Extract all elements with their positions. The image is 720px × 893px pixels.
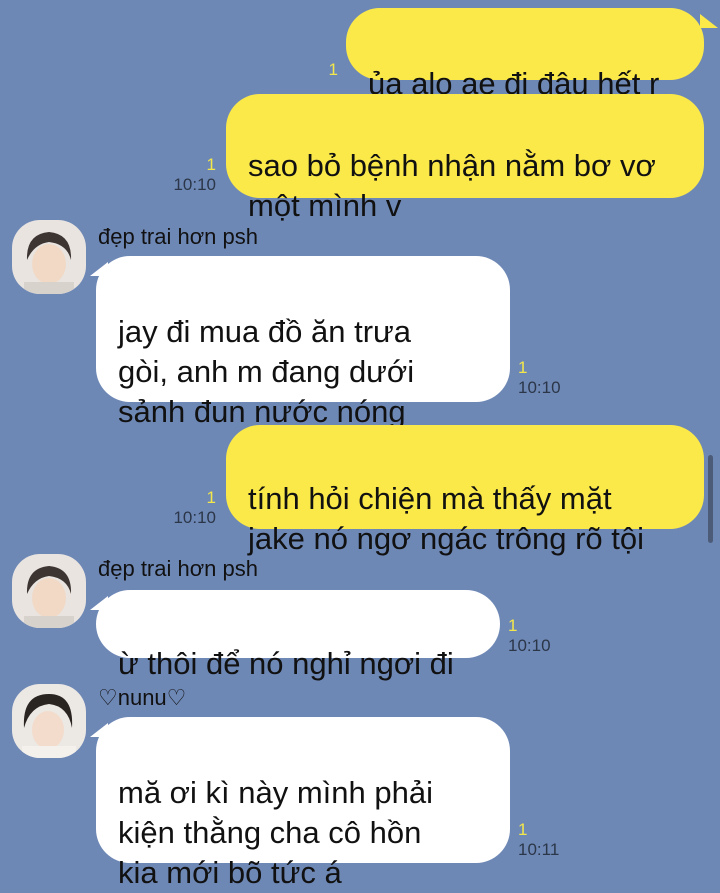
message-meta: 1 10:10 bbox=[518, 358, 561, 398]
message-bubble-incoming[interactable]: mă ơi kì này mình phải kiện thằng cha cô… bbox=[96, 717, 510, 890]
avatar[interactable] bbox=[12, 554, 86, 628]
avatar-photo bbox=[12, 220, 86, 294]
message-meta: 1 bbox=[318, 60, 338, 80]
message-bubble-incoming[interactable]: jay đi mua đồ ăn trưa gòi, anh m đang dư… bbox=[96, 256, 510, 429]
read-count: 1 bbox=[518, 358, 528, 377]
message-time: 10:10 bbox=[508, 636, 551, 655]
message-text: tính hỏi chiện mà thấy mặt jake nó ngơ n… bbox=[248, 481, 645, 556]
sender-name: đẹp trai hơn psh bbox=[98, 224, 258, 249]
bubble-tail bbox=[700, 14, 718, 28]
avatar[interactable] bbox=[12, 220, 86, 294]
message-text: sao bỏ bệnh nhận nằm bơ vơ một mình v bbox=[248, 148, 656, 223]
message-meta: 1 10:10 bbox=[160, 488, 216, 528]
message-text: jay đi mua đồ ăn trưa gòi, anh m đang dư… bbox=[118, 314, 415, 429]
bubble-tail bbox=[90, 723, 108, 737]
avatar[interactable] bbox=[12, 684, 86, 758]
message-time: 10:10 bbox=[173, 508, 216, 527]
sender-name: ♡nunu♡ bbox=[98, 685, 187, 710]
message-bubble-outgoing[interactable]: tính hỏi chiện mà thấy mặt jake nó ngơ n… bbox=[226, 425, 704, 556]
message-time: 10:10 bbox=[173, 175, 216, 194]
sender-name: đẹp trai hơn psh bbox=[98, 556, 258, 581]
message-meta: 1 10:10 bbox=[160, 155, 216, 195]
message-time: 10:10 bbox=[518, 378, 561, 397]
bubble-tail bbox=[90, 262, 108, 276]
read-count: 1 bbox=[508, 616, 518, 635]
message-bubble-outgoing[interactable]: ủa alo ae đi đâu hết r bbox=[346, 8, 704, 101]
message-meta: 1 10:11 bbox=[518, 820, 559, 860]
message-meta: 1 10:10 bbox=[508, 616, 551, 656]
avatar-photo bbox=[12, 554, 86, 628]
scrollbar-thumb[interactable] bbox=[708, 455, 713, 543]
message-text: ừ thôi để nó nghỉ ngơi đi bbox=[118, 646, 454, 681]
message-bubble-outgoing[interactable]: sao bỏ bệnh nhận nằm bơ vơ một mình v bbox=[226, 94, 704, 223]
read-count: 1 bbox=[518, 820, 528, 839]
read-count: 1 bbox=[206, 488, 216, 507]
message-time: 10:11 bbox=[518, 840, 560, 859]
bubble-tail bbox=[90, 596, 108, 610]
read-count: 1 bbox=[328, 60, 338, 79]
message-bubble-incoming[interactable]: ừ thôi để nó nghỉ ngơi đi bbox=[96, 590, 500, 681]
read-count: 1 bbox=[206, 155, 216, 174]
chat-area[interactable]: 1 ủa alo ae đi đâu hết r 1 10:10 sao bỏ … bbox=[0, 0, 720, 890]
message-text: mă ơi kì này mình phải kiện thằng cha cô… bbox=[118, 775, 433, 890]
avatar-photo bbox=[12, 684, 86, 758]
